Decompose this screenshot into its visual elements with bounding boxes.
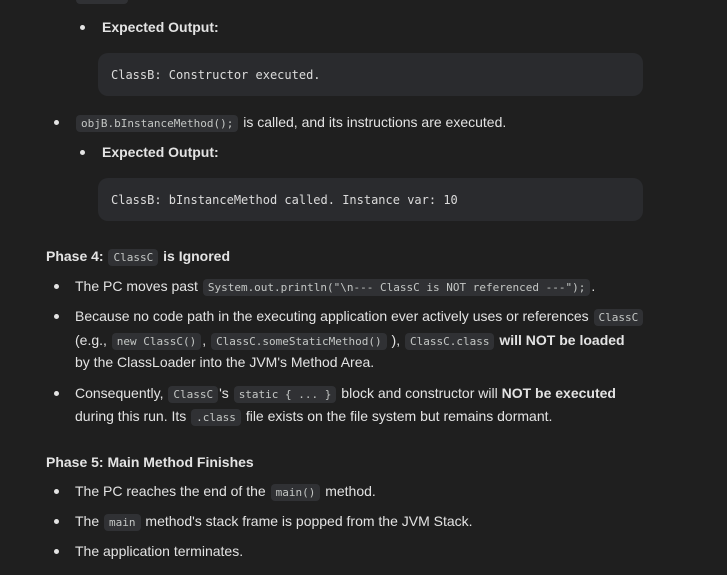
inline-code: ClassC	[593, 309, 644, 326]
phase-4-heading: Phase 4: ClassC is Ignored	[46, 246, 230, 268]
text: block and constructor will	[341, 385, 498, 401]
text: The application terminates.	[75, 543, 244, 559]
inline-code: .class	[191, 409, 241, 426]
phase-5-heading: Phase 5: Main Method Finishes	[46, 454, 254, 470]
text: ,	[202, 332, 207, 348]
inline-code: ClassC.class	[404, 333, 495, 350]
inline-code: ClassC	[108, 249, 159, 266]
bold-text: NOT be executed	[501, 385, 616, 401]
bullet	[54, 549, 59, 554]
inline-code: main	[104, 514, 141, 531]
code-chip-fragment	[76, 0, 128, 4]
bullet	[54, 314, 59, 319]
phase4-bullet-2-line1: Because no code path in the executing ap…	[75, 306, 644, 328]
phase4-bullet-2-line3: by the ClassLoader into the JVM's Method…	[75, 352, 374, 372]
bold-text: will NOT be loaded	[499, 332, 625, 348]
expected-output-label: Expected Output:	[102, 144, 219, 160]
inline-code: objB.bInstanceMethod();	[76, 115, 239, 132]
heading-prefix: Phase 4:	[46, 248, 104, 264]
bullet	[80, 150, 85, 155]
inline-code: ClassC	[168, 386, 219, 403]
code-block-text: ClassB: bInstanceMethod called. Instance…	[111, 192, 458, 207]
bullet	[54, 489, 59, 494]
inline-code: main()	[270, 484, 321, 501]
text: Because no code path in the executing ap…	[75, 308, 589, 324]
phase5-bullet-2: The main method's stack frame is popped …	[75, 511, 473, 533]
method-call-line: objB.bInstanceMethod(); is called, and i…	[75, 112, 506, 134]
bullet	[54, 391, 59, 396]
code-block-output-1[interactable]: ClassB: Constructor executed.	[98, 53, 643, 96]
phase5-bullet-3: The application terminates.	[75, 541, 243, 561]
text: during this run. Its	[75, 408, 187, 424]
phase4-bullet-3-line2: during this run. Its .class file exists …	[75, 406, 552, 428]
text: method's stack frame is popped from the …	[145, 513, 473, 529]
bullet	[54, 120, 59, 125]
text: is called, and its instructions are exec…	[243, 114, 507, 130]
text: 's	[219, 385, 229, 401]
inline-code: System.out.println("\n--- ClassC is NOT …	[202, 279, 591, 296]
text: The PC moves past	[75, 278, 198, 294]
phase4-bullet-2-line2: (e.g., new ClassC(), ClassC.someStaticMe…	[75, 330, 625, 352]
heading-suffix: is Ignored	[163, 248, 231, 264]
inline-code: ClassC.someStaticMethod()	[211, 333, 387, 350]
text: The PC reaches the end of the	[75, 483, 266, 499]
bullet	[54, 284, 59, 289]
text: The	[75, 513, 100, 529]
text: .	[591, 278, 596, 294]
text: by the ClassLoader into the JVM's Method…	[75, 354, 375, 370]
bullet	[80, 25, 85, 30]
text: method.	[325, 483, 376, 499]
phase5-bullet-1: The PC reaches the end of the main() met…	[75, 481, 376, 503]
phase4-bullet-3-line1: Consequently, ClassC's static { ... } bl…	[75, 383, 616, 405]
code-block-output-2[interactable]: ClassB: bInstanceMethod called. Instance…	[98, 178, 643, 221]
phase4-bullet-1: The PC moves past System.out.println("\n…	[75, 276, 595, 298]
inline-code: new ClassC()	[111, 333, 202, 350]
text: (e.g.,	[75, 332, 107, 348]
inline-code: static { ... }	[233, 386, 337, 403]
bullet	[54, 519, 59, 524]
text: file exists on the file system but remai…	[245, 408, 553, 424]
text: ),	[391, 332, 401, 348]
expected-output-label: Expected Output:	[102, 19, 219, 35]
text: Consequently,	[75, 385, 164, 401]
code-block-text: ClassB: Constructor executed.	[111, 67, 321, 82]
